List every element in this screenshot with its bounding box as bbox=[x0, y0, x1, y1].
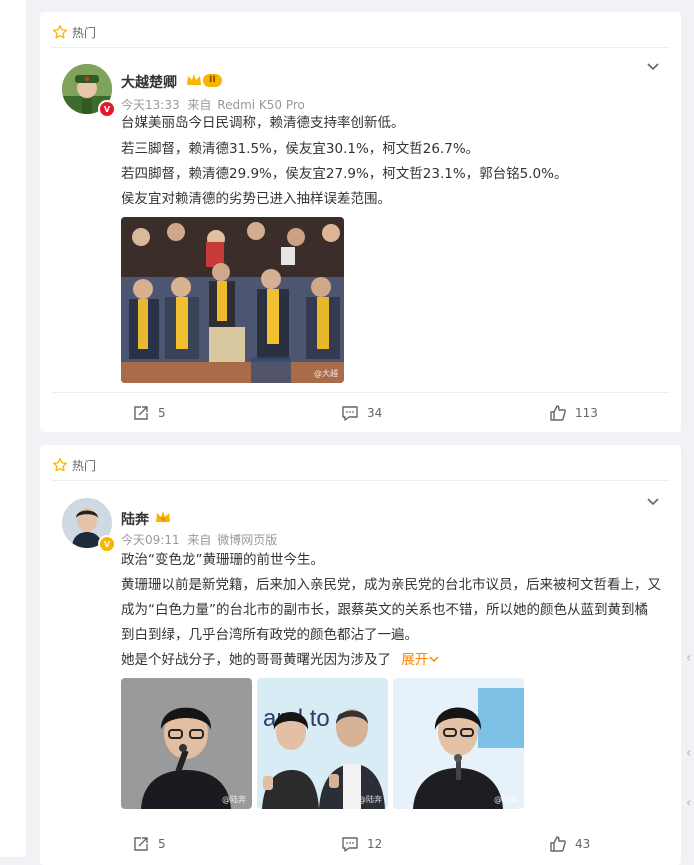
image-watermark: @陆奔 bbox=[222, 795, 246, 804]
username[interactable]: 陆奔 bbox=[121, 509, 149, 529]
like-icon bbox=[550, 836, 566, 852]
expand-label: 展开 bbox=[401, 652, 429, 668]
post-image[interactable]: @陆奔 bbox=[121, 678, 252, 809]
image-watermark: @大越 bbox=[314, 369, 338, 378]
repost-count: 5 bbox=[158, 406, 166, 420]
post-paragraph: 黄珊珊以前是新党籍，后来加入亲民党，成为亲民党的台北市议员，后来被柯文哲看上，又… bbox=[121, 577, 661, 643]
image-watermark: @陆奔 bbox=[494, 795, 518, 804]
star-icon bbox=[53, 458, 67, 472]
like-button[interactable]: 43 bbox=[549, 835, 590, 853]
repost-button[interactable]: 5 bbox=[132, 835, 166, 853]
right-rail-mark: ‹ bbox=[686, 650, 692, 666]
divider bbox=[52, 480, 669, 481]
comment-count: 34 bbox=[367, 406, 383, 420]
post-meta: 今天09:11 来自 微博网页版 bbox=[121, 531, 277, 548]
post-truncated-text: 她是个好战分子，她的哥哥黄曙光因为涉及了 bbox=[121, 652, 391, 668]
vip-badge: II bbox=[186, 73, 222, 87]
post-text-line: 侯友宜对赖清德的劣势已进入抽样误差范围。 bbox=[121, 191, 391, 207]
left-panel-edge bbox=[0, 0, 26, 857]
comment-icon bbox=[342, 406, 358, 421]
expand-link[interactable]: 展开 bbox=[401, 652, 439, 668]
like-count: 43 bbox=[575, 837, 591, 851]
post-image[interactable]: @大越 bbox=[121, 217, 344, 383]
source-prefix: 来自 bbox=[187, 98, 212, 112]
repost-count: 5 bbox=[158, 837, 166, 851]
chevron-down-icon[interactable] bbox=[645, 58, 661, 74]
post-text-line: 她是个好战分子，她的哥哥黄曙光因为涉及了 展开 bbox=[121, 649, 439, 671]
divider bbox=[52, 392, 669, 393]
post-time[interactable]: 今天13:33 bbox=[121, 98, 180, 112]
hot-tag: 热门 bbox=[52, 22, 96, 42]
right-rail-mark: ‹ bbox=[686, 745, 692, 761]
like-count: 113 bbox=[575, 406, 598, 420]
post-text-line: 台媒美丽岛今日民调称，赖清德支持率创新低。 bbox=[121, 115, 405, 131]
post-source: 微博网页版 bbox=[217, 533, 278, 547]
post-text-line: 政治“变色龙”黄珊珊的前世今生。 bbox=[121, 552, 324, 568]
like-icon bbox=[550, 405, 566, 421]
repost-icon bbox=[134, 406, 148, 420]
post-image[interactable]: and to e @陆奔 bbox=[257, 678, 388, 809]
post-text-line: 若四脚督，赖清德29.9%，侯友宜27.9%，柯文哲23.1%，郭台铭5.0%。 bbox=[121, 166, 568, 182]
comment-icon bbox=[342, 837, 358, 852]
source-prefix: 来自 bbox=[187, 533, 212, 547]
star-icon bbox=[53, 25, 67, 39]
repost-button[interactable]: 5 bbox=[132, 404, 166, 422]
image-watermark: @陆奔 bbox=[358, 795, 382, 804]
crown-icon bbox=[187, 74, 201, 85]
post-source: Redmi K50 Pro bbox=[217, 98, 305, 112]
post-image[interactable]: @陆奔 bbox=[393, 678, 524, 809]
chevron-down-icon[interactable] bbox=[645, 493, 661, 509]
repost-icon bbox=[134, 837, 148, 851]
post-text-line: 若三脚督，赖清德31.5%，侯友宜30.1%，柯文哲26.7%。 bbox=[121, 141, 480, 157]
verified-badge: V bbox=[98, 535, 116, 553]
comment-count: 12 bbox=[367, 837, 383, 851]
divider bbox=[52, 47, 669, 48]
hot-tag: 热门 bbox=[52, 455, 96, 475]
username[interactable]: 大越楚卿 bbox=[121, 72, 177, 92]
feed-card: 热门 V 大越楚卿 II 今天13:33 来自 Redmi K50 Pro 台媒… bbox=[40, 12, 681, 432]
right-rail-mark: ‹ bbox=[686, 795, 692, 811]
crown-icon bbox=[156, 511, 170, 522]
hot-tag-label: 热门 bbox=[72, 458, 97, 473]
verified-badge: V bbox=[98, 100, 116, 118]
post-meta: 今天13:33 来自 Redmi K50 Pro bbox=[121, 96, 305, 113]
hot-tag-label: 热门 bbox=[72, 25, 97, 40]
comment-button[interactable]: 34 bbox=[341, 404, 382, 422]
chevron-down-icon bbox=[429, 656, 439, 663]
post-time[interactable]: 今天09:11 bbox=[121, 533, 180, 547]
level-badge: II bbox=[203, 73, 222, 87]
like-button[interactable]: 113 bbox=[549, 404, 598, 422]
feed-card: 热门 V 陆奔 今天09:11 来自 微博网页版 政治“变色龙”黄珊珊的前世今生… bbox=[40, 445, 681, 865]
comment-button[interactable]: 12 bbox=[341, 835, 382, 853]
